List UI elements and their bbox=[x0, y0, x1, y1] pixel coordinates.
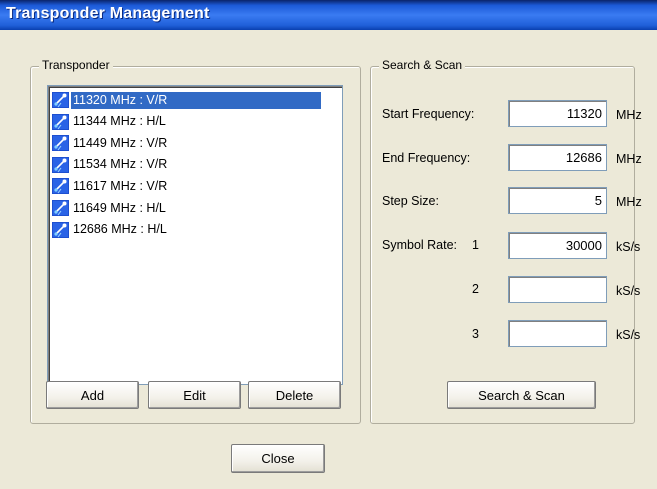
transponder-list-item-label: 11344 MHz : H/L bbox=[73, 114, 166, 129]
symbol-rate-2-index: 2 bbox=[472, 282, 479, 296]
transponder-list[interactable]: 11320 MHz : V/R 11344 MHz : H/L 11449 MHz … bbox=[47, 85, 343, 385]
satellite-dish-icon bbox=[52, 92, 69, 108]
start-frequency-label: Start Frequency: bbox=[382, 107, 475, 121]
title-bar[interactable]: Transponder Management bbox=[0, 0, 657, 30]
symbol-rate-label: Symbol Rate: bbox=[382, 238, 458, 252]
symbol-rate-3-unit: kS/s bbox=[616, 328, 641, 342]
satellite-dish-icon bbox=[52, 178, 69, 195]
satellite-dish-icon bbox=[52, 113, 69, 130]
symbol-rate-1-field[interactable]: 30000 bbox=[508, 232, 607, 259]
end-frequency-field[interactable]: 12686 bbox=[508, 144, 607, 171]
transponder-list-item[interactable]: 11534 MHz : V/R bbox=[52, 156, 170, 174]
transponder-list-item[interactable]: 11320 MHz : V/R bbox=[52, 91, 321, 109]
search-scan-button[interactable]: Search & Scan bbox=[447, 381, 596, 409]
transponder-list-item-label: 11320 MHz : V/R bbox=[71, 91, 321, 109]
window-title: Transponder Management bbox=[6, 5, 210, 22]
transponder-list-item[interactable]: 11617 MHz : V/R bbox=[52, 177, 170, 195]
transponder-list-item-label: 12686 MHz : H/L bbox=[73, 222, 167, 237]
transponder-management-window: Transponder Management Transponder 11320… bbox=[0, 0, 657, 489]
transponder-group-label: Transponder bbox=[39, 58, 113, 72]
end-frequency-label: End Frequency: bbox=[382, 151, 471, 165]
start-frequency-field[interactable]: 11320 bbox=[508, 100, 607, 127]
delete-button[interactable]: Delete bbox=[248, 381, 341, 409]
add-button[interactable]: Add bbox=[46, 381, 139, 409]
satellite-dish-icon bbox=[52, 135, 69, 152]
satellite-dish-icon bbox=[52, 156, 69, 173]
transponder-list-item[interactable]: 11449 MHz : V/R bbox=[52, 134, 170, 152]
transponder-list-item-label: 11449 MHz : V/R bbox=[73, 135, 168, 150]
step-size-unit: MHz bbox=[616, 195, 642, 209]
transponder-list-item-label: 11617 MHz : V/R bbox=[73, 178, 168, 193]
symbol-rate-1-index: 1 bbox=[472, 238, 479, 252]
symbol-rate-3-index: 3 bbox=[472, 327, 479, 341]
transponder-list-item-label: 11534 MHz : V/R bbox=[73, 157, 168, 172]
symbol-rate-1-unit: kS/s bbox=[616, 240, 641, 254]
symbol-rate-3-field[interactable] bbox=[508, 320, 607, 347]
edit-button[interactable]: Edit bbox=[148, 381, 241, 409]
symbol-rate-2-unit: kS/s bbox=[616, 284, 641, 298]
transponder-list-item[interactable]: 11649 MHz : H/L bbox=[52, 199, 169, 217]
step-size-field[interactable]: 5 bbox=[508, 187, 607, 214]
satellite-dish-icon bbox=[52, 221, 69, 238]
transponder-list-item[interactable]: 11344 MHz : H/L bbox=[52, 113, 169, 131]
symbol-rate-2-field[interactable] bbox=[508, 276, 607, 303]
satellite-dish-icon bbox=[52, 200, 69, 216]
close-button[interactable]: Close bbox=[231, 444, 325, 473]
search-scan-group-label: Search & Scan bbox=[379, 58, 466, 72]
step-size-label: Step Size: bbox=[382, 194, 439, 208]
start-frequency-unit: MHz bbox=[616, 108, 642, 122]
transponder-list-item-label: 11649 MHz : H/L bbox=[73, 200, 166, 215]
end-frequency-unit: MHz bbox=[616, 152, 642, 166]
transponder-list-item[interactable]: 12686 MHz : H/L bbox=[52, 221, 170, 239]
